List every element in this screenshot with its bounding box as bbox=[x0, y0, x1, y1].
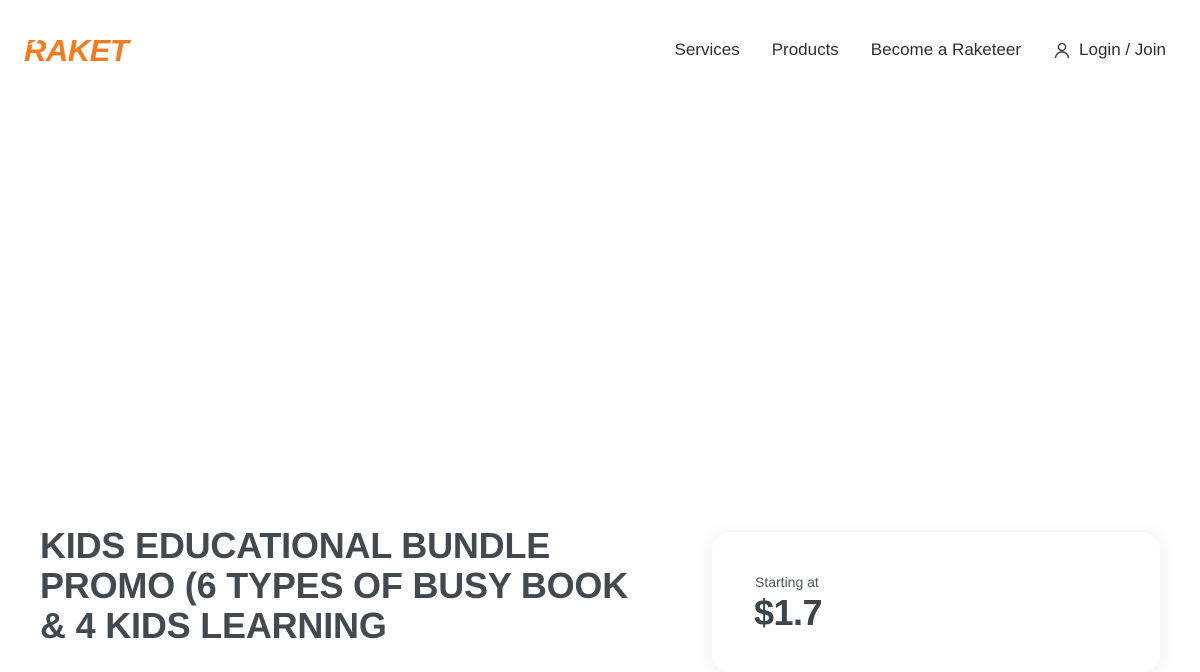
main-nav: Services Products Become a Raketeer Logi… bbox=[675, 38, 1166, 62]
raket-logo-mark: RAKET bbox=[24, 33, 132, 68]
nav-become-raketeer[interactable]: Become a Raketeer bbox=[871, 38, 1021, 62]
login-join-label: Login / Join bbox=[1079, 40, 1166, 59]
nav-services[interactable]: Services bbox=[675, 38, 740, 62]
price-value: $1.7 bbox=[754, 592, 823, 633]
raket-logo[interactable]: RAKET bbox=[24, 32, 160, 68]
user-icon bbox=[1053, 41, 1071, 59]
site-header: RAKET Services Products Become a Raketee… bbox=[0, 0, 1200, 100]
price-card: Starting at $1.7 bbox=[712, 532, 1160, 672]
login-join-link[interactable]: Login / Join bbox=[1053, 38, 1166, 62]
product-title: KIDS EDUCATIONAL BUNDLE PROMO (6 TYPES O… bbox=[40, 525, 629, 646]
starting-at-label: Starting at bbox=[755, 574, 819, 590]
logo-wordmark: RAKET bbox=[24, 33, 132, 68]
nav-products[interactable]: Products bbox=[772, 38, 839, 62]
